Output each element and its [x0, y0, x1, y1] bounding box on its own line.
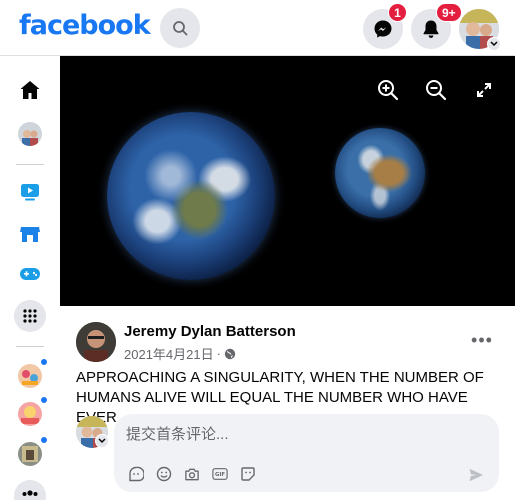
bell-icon [423, 20, 439, 38]
rail-group-3[interactable] [14, 435, 49, 470]
app-root: facebook 1 9+ Jeremy Dylan Batterson 202… [0, 0, 515, 500]
group-avatar [18, 442, 42, 466]
search-icon [173, 21, 188, 36]
rail-marketplace[interactable] [14, 218, 46, 250]
gif-label: GIF [215, 472, 225, 478]
fullscreen-button[interactable] [472, 78, 496, 102]
send-comment-button[interactable] [467, 466, 485, 484]
comment-input[interactable] [126, 424, 486, 444]
rail-divider [16, 346, 44, 347]
rail-divider [16, 164, 44, 165]
gif-icon: GIF [212, 468, 228, 480]
search-button[interactable] [160, 8, 200, 48]
post-date[interactable]: 2021年4月21日 [124, 344, 214, 363]
rail-gaming[interactable] [14, 258, 46, 290]
avatar [18, 122, 42, 146]
gif-button[interactable]: GIF [212, 466, 228, 482]
expand-icon [477, 83, 491, 97]
earth-image-large [107, 112, 275, 280]
camera-icon [185, 468, 199, 480]
video-icon [21, 184, 39, 201]
sticker-button[interactable] [240, 466, 256, 482]
emoji-button[interactable] [156, 466, 172, 482]
rail-more-apps[interactable] [14, 300, 46, 332]
group-avatar [18, 364, 42, 388]
post-meta: 2021年4月21日 · [124, 344, 236, 363]
home-icon [20, 81, 40, 99]
comment-composer: GIF [114, 414, 499, 492]
left-rail [0, 56, 60, 500]
notifications-badge: 9+ [436, 3, 462, 22]
globe-icon [224, 348, 236, 359]
people-icon [22, 490, 38, 496]
avatar-sticker-button[interactable] [128, 466, 144, 482]
earth-image-small [335, 128, 425, 218]
unread-dot [39, 357, 49, 367]
chevron-down-icon [98, 438, 106, 444]
meta-separator: · [216, 346, 221, 361]
post-card: Jeremy Dylan Batterson 2021年4月21日 · ••• … [60, 306, 515, 500]
post-media[interactable] [60, 56, 515, 306]
photo-button[interactable] [184, 466, 200, 482]
author-avatar[interactable] [76, 322, 116, 362]
zoom-in-icon [378, 80, 399, 101]
comment-toolbar: GIF [128, 466, 256, 482]
group-avatar [18, 402, 42, 426]
store-icon [20, 227, 40, 242]
chevron-down-icon [490, 41, 498, 47]
rail-profile[interactable] [14, 118, 46, 150]
account-chevron [487, 37, 501, 51]
emoji-icon [156, 466, 172, 482]
rail-watch[interactable] [14, 176, 46, 208]
send-icon [469, 468, 483, 482]
zoom-in-button[interactable] [376, 78, 400, 102]
post-options-button[interactable]: ••• [464, 326, 500, 354]
rail-home[interactable] [14, 74, 46, 106]
facebook-logo[interactable]: facebook [19, 10, 151, 41]
rail-groups[interactable] [14, 480, 46, 500]
messenger-icon [374, 20, 392, 38]
commenter-chevron[interactable] [95, 434, 109, 448]
grid-icon [23, 309, 37, 323]
grid-button [14, 300, 46, 332]
zoom-out-icon [426, 80, 447, 101]
gamepad-icon [20, 268, 40, 280]
messenger-badge: 1 [388, 3, 407, 22]
zoom-out-button[interactable] [424, 78, 448, 102]
author-name[interactable]: Jeremy Dylan Batterson [124, 323, 296, 340]
sticker-icon [241, 467, 255, 481]
rail-group-2[interactable] [14, 395, 49, 430]
groups-button [14, 480, 46, 500]
top-navbar: facebook 1 9+ [0, 0, 515, 56]
account-menu-button[interactable] [459, 9, 501, 51]
unread-dot [39, 395, 49, 405]
rail-group-1[interactable] [14, 357, 49, 392]
unread-dot [39, 435, 49, 445]
avatar-sticker-icon [129, 466, 144, 482]
